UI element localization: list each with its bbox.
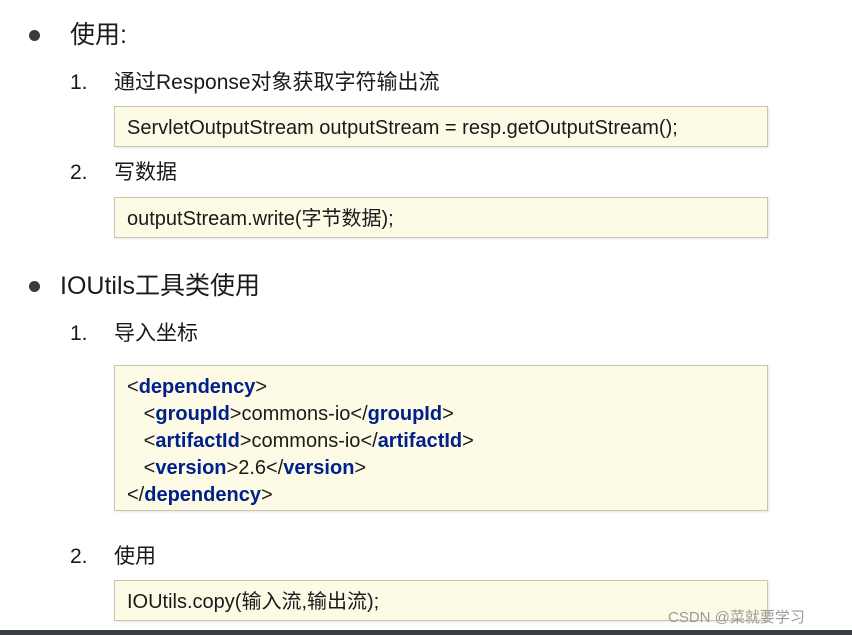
code-line: outputStream.write(字节数据);	[127, 208, 394, 230]
xml-indent	[127, 457, 144, 479]
watermark: CSDN @菜就要学习	[668, 609, 805, 626]
xml-tag: groupId	[367, 403, 443, 425]
code-box: outputStream.write(字节数据);	[114, 197, 768, 238]
step-number: 2.	[70, 545, 88, 568]
xml-bracket: >	[442, 403, 454, 425]
step-label: 使用	[114, 545, 156, 568]
xml-tag: artifactId	[377, 430, 463, 452]
section-heading-ioutils: IOUtils工具类使用	[60, 272, 261, 300]
xml-code-box: <dependency> <groupId>commons-io</groupI…	[114, 365, 768, 511]
code-line: IOUtils.copy(输入流,输出流);	[127, 591, 380, 613]
xml-indent	[127, 403, 144, 425]
step-label: 写数据	[114, 161, 177, 184]
xml-code: <dependency> <groupId>commons-io</groupI…	[127, 374, 474, 509]
step-label: 通过Response对象获取字符输出流	[114, 71, 440, 94]
xml-bracket: >	[229, 403, 242, 425]
xml-value: commons-io	[251, 430, 361, 452]
xml-line: <dependency>	[127, 374, 474, 401]
step-number: 1.	[70, 322, 88, 345]
xml-indent	[127, 430, 144, 452]
xml-bracket: >	[255, 376, 268, 398]
code-box: ServletOutputStream outputStream = resp.…	[114, 106, 768, 147]
xml-bracket: </	[266, 457, 284, 479]
xml-line: <version>2.6</version>	[127, 455, 474, 482]
xml-tag: version	[283, 457, 355, 479]
xml-bracket: <	[143, 403, 156, 425]
xml-bracket: <	[143, 430, 156, 452]
bullet-icon	[29, 30, 40, 41]
xml-bracket: <	[143, 457, 156, 479]
xml-tag: groupId	[155, 403, 230, 425]
bottom-bar	[0, 630, 852, 635]
step-number: 2.	[70, 161, 88, 184]
xml-bracket: <	[127, 376, 139, 398]
xml-value: commons-io	[241, 403, 351, 425]
section-heading-usage: 使用:	[70, 21, 127, 49]
step-label: 导入坐标	[114, 322, 198, 345]
xml-value: 2.6	[238, 457, 267, 479]
xml-tag: dependency	[144, 484, 261, 506]
xml-bracket: >	[462, 430, 474, 452]
xml-line: <artifactId>commons-io</artifactId>	[127, 428, 474, 455]
xml-bracket: >	[354, 457, 367, 479]
xml-bracket: >	[239, 430, 252, 452]
xml-bracket: </	[350, 403, 368, 425]
bullet-icon	[29, 281, 40, 292]
xml-tag: version	[155, 457, 227, 479]
step-number: 1.	[70, 71, 88, 94]
xml-line: </dependency>	[127, 482, 474, 509]
xml-tag: dependency	[138, 376, 256, 398]
xml-bracket: >	[226, 457, 239, 479]
xml-bracket: </	[360, 430, 378, 452]
xml-tag: artifactId	[155, 430, 240, 452]
xml-bracket: </	[127, 484, 145, 506]
xml-line: <groupId>commons-io</groupId>	[127, 401, 474, 428]
xml-bracket: >	[260, 484, 273, 506]
code-line: ServletOutputStream outputStream = resp.…	[127, 117, 678, 139]
